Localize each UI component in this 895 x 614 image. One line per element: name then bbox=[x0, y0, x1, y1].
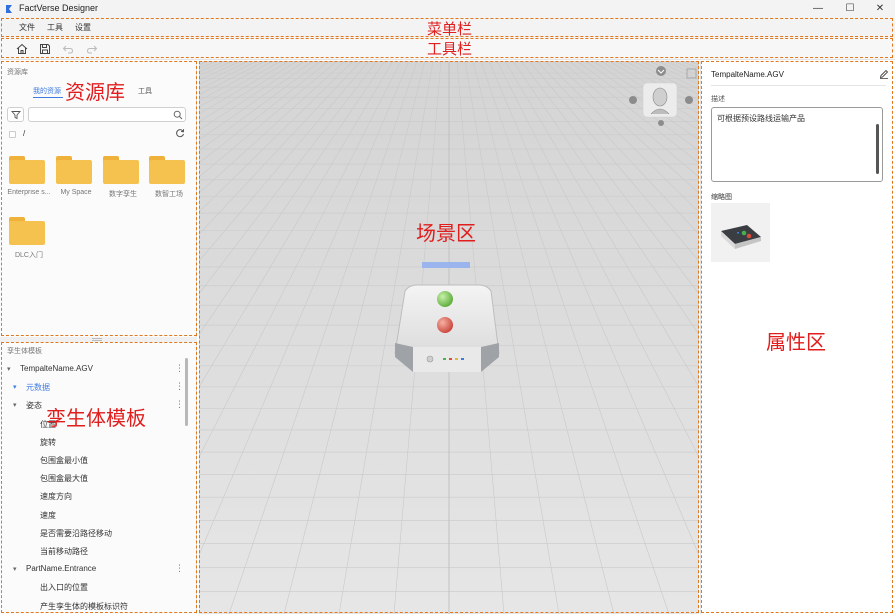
description-text: 可根据预设路线运输产品 bbox=[717, 114, 805, 123]
tree-row[interactable]: 是否需要沿路径移动 bbox=[40, 528, 112, 539]
tree-row[interactable]: 当前移动路径 bbox=[40, 546, 88, 557]
select-all-checkbox[interactable] bbox=[9, 131, 16, 138]
minimize-button[interactable]: — bbox=[806, 1, 830, 16]
folder-icon bbox=[56, 156, 92, 184]
tree-row[interactable]: 旋转 bbox=[40, 437, 56, 448]
redo-button[interactable] bbox=[84, 41, 100, 57]
row-more-icon[interactable]: ⋮ bbox=[175, 563, 184, 574]
redo-icon bbox=[86, 45, 98, 54]
row-more-icon[interactable]: ⋮ bbox=[175, 399, 184, 410]
tree-row[interactable]: PartName.Entrance bbox=[26, 564, 96, 573]
assets-panel-title: 资源库 bbox=[7, 69, 28, 76]
scene-viewport[interactable] bbox=[199, 61, 699, 614]
folder-smart-factory[interactable]: 数智工场 bbox=[149, 156, 189, 198]
template-name: TempalteName.AGV bbox=[711, 70, 784, 79]
tab-tools[interactable]: 工具 bbox=[138, 86, 152, 96]
row-more-icon[interactable]: ⋮ bbox=[175, 381, 184, 392]
tree-row[interactable]: TempalteName.AGV bbox=[20, 364, 93, 373]
description-label: 描述 bbox=[711, 96, 725, 103]
divider bbox=[711, 85, 886, 86]
tree-expand-caret-icon[interactable]: ▾ bbox=[13, 401, 17, 409]
title-bar: FactVerse Designer — ☐ ✕ bbox=[0, 0, 895, 17]
assets-annotation: 资源库 bbox=[65, 80, 125, 104]
filter-button[interactable] bbox=[7, 107, 24, 122]
thumbnail-image[interactable] bbox=[711, 203, 770, 262]
properties-annotation: 属性区 bbox=[766, 330, 826, 354]
home-button[interactable] bbox=[14, 41, 30, 57]
tree-row[interactable]: 姿态 bbox=[26, 400, 42, 411]
search-icon[interactable] bbox=[173, 110, 183, 120]
undo-button[interactable] bbox=[60, 41, 76, 57]
row-more-icon[interactable]: ⋮ bbox=[175, 363, 184, 374]
tree-row[interactable]: 速度方向 bbox=[40, 491, 72, 502]
current-path: / bbox=[23, 129, 26, 138]
undo-icon bbox=[62, 45, 74, 54]
template-panel: 孪生体模板 ▾ TempalteName.AGV ⋮ ▾ 元数据 ⋮ ▾ 姿态 ⋮ 位置 旋转 包围盒… bbox=[0, 342, 197, 614]
folder-enterprise[interactable]: Enterprise s... bbox=[7, 156, 51, 196]
maximize-button[interactable]: ☐ bbox=[838, 1, 862, 16]
filter-icon bbox=[10, 110, 21, 119]
folder-icon bbox=[103, 156, 139, 184]
selection-highlight bbox=[422, 262, 470, 268]
folder-label: DLC入门 bbox=[14, 252, 43, 259]
tree-expand-caret-icon[interactable]: ▾ bbox=[13, 383, 17, 391]
folder-my-space[interactable]: My Space bbox=[56, 156, 96, 196]
folder-digital-twin[interactable]: 数字孪生 bbox=[103, 156, 143, 198]
description-scrollbar[interactable] bbox=[876, 124, 879, 174]
tree-row[interactable]: 包围盒最小值 bbox=[40, 455, 88, 466]
folder-dlc-intro[interactable]: DLC入门 bbox=[9, 217, 49, 259]
folder-icon bbox=[9, 217, 45, 245]
template-panel-title: 孪生体模板 bbox=[7, 348, 42, 355]
close-button[interactable]: ✕ bbox=[868, 1, 892, 16]
save-button[interactable] bbox=[37, 41, 53, 57]
refresh-icon[interactable] bbox=[175, 128, 185, 138]
home-icon bbox=[16, 43, 28, 54]
folder-icon bbox=[149, 156, 185, 184]
agv-thumbnail-icon bbox=[721, 225, 761, 249]
tree-row[interactable]: 元数据 bbox=[26, 382, 50, 393]
tree-row[interactable]: 包围盒最大值 bbox=[40, 473, 88, 484]
toolbar-annotation: 工具栏 bbox=[427, 40, 473, 58]
tree-expand-caret-icon[interactable]: ▾ bbox=[13, 565, 17, 573]
menubar-annotation: 菜单栏 bbox=[427, 20, 473, 38]
scene-annotation: 场景区 bbox=[416, 221, 476, 245]
scene-canvas bbox=[199, 61, 699, 614]
agv-model[interactable] bbox=[394, 284, 500, 372]
tree-row[interactable]: 出入口的位置 bbox=[40, 582, 88, 593]
menu-tools[interactable]: 工具 bbox=[47, 22, 63, 33]
asset-search-input[interactable] bbox=[28, 107, 186, 122]
menu-settings[interactable]: 设置 bbox=[75, 22, 91, 33]
tab-my-assets[interactable]: 我的资源 bbox=[33, 86, 61, 96]
window-title: FactVerse Designer bbox=[19, 3, 99, 13]
tree-row[interactable]: 产生孪生体的模板标识符 bbox=[40, 601, 128, 612]
description-textarea[interactable]: 可根据预设路线运输产品 bbox=[711, 107, 883, 182]
edit-icon[interactable] bbox=[879, 69, 889, 79]
menu-file[interactable]: 文件 bbox=[19, 22, 35, 33]
tree-scrollbar[interactable] bbox=[185, 358, 188, 426]
app-logo-icon bbox=[6, 5, 12, 13]
splitter-grip-icon bbox=[92, 338, 102, 341]
tree-row[interactable]: 速度 bbox=[40, 510, 56, 521]
tree-expand-caret-icon[interactable]: ▾ bbox=[7, 365, 11, 373]
save-icon bbox=[40, 44, 50, 54]
active-tab-indicator bbox=[33, 97, 63, 98]
thumbnail-label: 缩略图 bbox=[711, 194, 732, 201]
template-annotation: 孪生体模板 bbox=[46, 406, 146, 430]
folder-label: 数智工场 bbox=[155, 191, 183, 198]
folder-icon bbox=[9, 156, 45, 184]
